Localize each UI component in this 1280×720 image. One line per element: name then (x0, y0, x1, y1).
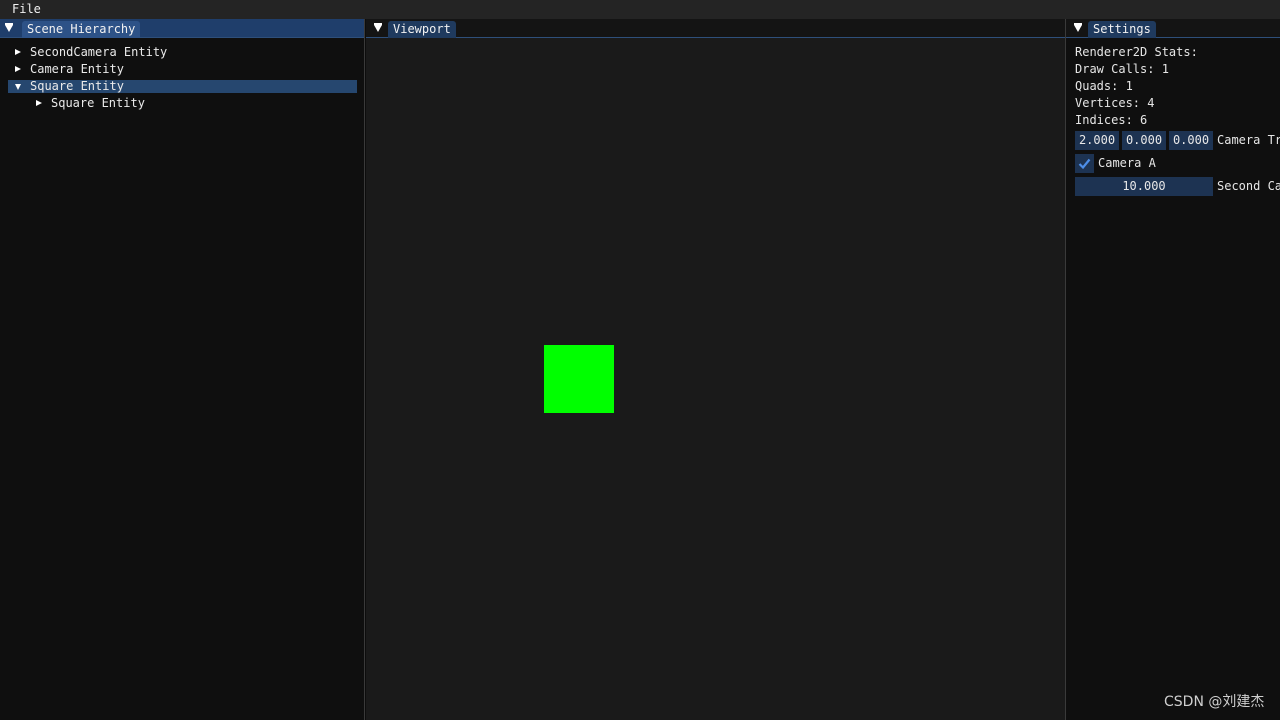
second-camera-field[interactable]: 10.000 (1075, 177, 1213, 196)
csdn-watermark: CSDN @刘建杰 (1164, 694, 1265, 710)
stat-quads: Quads: 1 (1075, 79, 1133, 93)
camera-transform-label: Camera Tr (1217, 133, 1280, 147)
expand-arrow-icon[interactable] (15, 49, 21, 55)
tab-settings[interactable]: Settings (1088, 21, 1156, 38)
menu-file[interactable]: File (12, 2, 41, 17)
checkmark-icon (1078, 158, 1091, 170)
collapse-arrow-icon[interactable] (15, 84, 21, 90)
scene-hierarchy-panel: Scene Hierarchy SecondCamera Entity Came… (0, 19, 365, 720)
second-camera-label: Second Ca (1217, 179, 1280, 193)
rendered-square[interactable] (544, 345, 614, 413)
camera-transform-z-field[interactable]: 0.000 (1169, 131, 1213, 150)
stats-header: Renderer2D Stats: (1075, 45, 1198, 59)
expand-arrow-icon[interactable] (36, 100, 42, 106)
settings-panel: Settings Renderer2D Stats: Draw Calls: 1… (1066, 19, 1280, 720)
tree-item-label: Square Entity (30, 79, 124, 93)
camera-transform-y-field[interactable]: 0.000 (1122, 131, 1166, 150)
tree-item-label: Square Entity (51, 96, 145, 110)
tree-item-second-camera-entity[interactable]: SecondCamera Entity (15, 46, 355, 59)
tree-item-camera-entity[interactable]: Camera Entity (15, 63, 355, 76)
settings-header: Settings (1066, 19, 1280, 38)
menu-bar: File (0, 0, 1280, 19)
tree-item-square-entity-child[interactable]: Square Entity (36, 97, 355, 110)
camera-a-label: Camera A (1098, 156, 1156, 170)
stat-indices: Indices: 6 (1075, 113, 1148, 127)
stat-vertices: Vertices: 4 (1075, 96, 1155, 110)
tab-viewport[interactable]: Viewport (388, 21, 456, 38)
collapse-panel-icon[interactable] (5, 23, 13, 32)
tree-item-square-entity[interactable]: Square Entity (15, 80, 355, 93)
collapse-panel-icon[interactable] (1074, 23, 1082, 32)
camera-transform-x-field[interactable]: 2.000 (1075, 131, 1119, 150)
scene-hierarchy-header: Scene Hierarchy (0, 19, 364, 38)
viewport-panel: Viewport (366, 19, 1066, 720)
camera-a-checkbox[interactable] (1075, 154, 1094, 173)
tree-item-label: Camera Entity (30, 62, 124, 76)
tree-item-label: SecondCamera Entity (30, 45, 168, 59)
viewport-header: Viewport (366, 19, 1065, 38)
tab-scene-hierarchy[interactable]: Scene Hierarchy (22, 21, 141, 38)
stat-draw-calls: Draw Calls: 1 (1075, 62, 1169, 76)
expand-arrow-icon[interactable] (15, 66, 21, 72)
collapse-panel-icon[interactable] (374, 23, 382, 32)
